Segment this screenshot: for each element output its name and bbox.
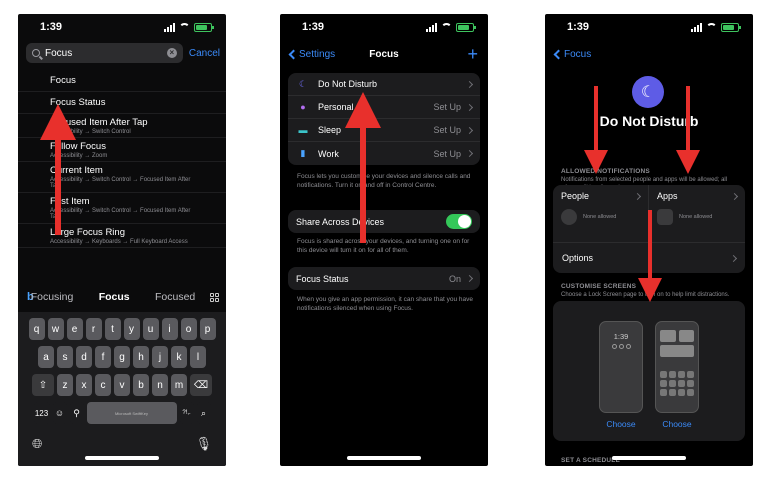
annotation-arrows (40, 86, 700, 302)
